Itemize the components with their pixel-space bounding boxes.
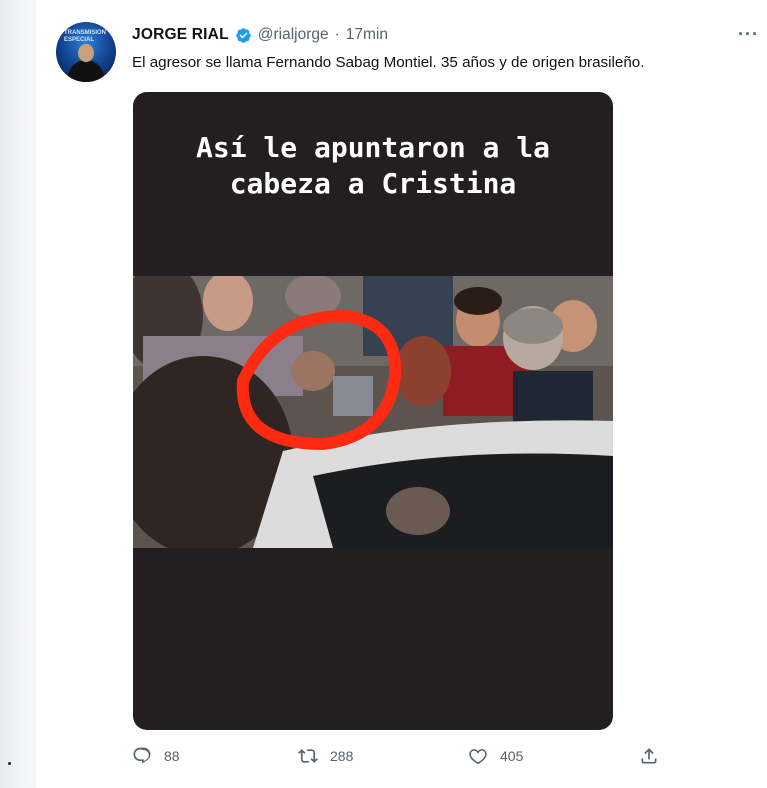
verified-badge-icon [235,27,251,43]
media-photo [133,276,613,548]
like-action[interactable]: 405 [468,746,523,766]
share-action[interactable] [639,746,659,766]
retweet-count: 288 [330,748,354,764]
avatar-body [68,60,104,82]
edge-dot [8,762,11,765]
avatar-banner-text: TRANSMISION ESPECIAL [64,30,106,43]
left-column-edge [0,0,37,788]
tweet-text: El agresor se llama Fernando Sabag Monti… [132,54,645,71]
timestamp[interactable]: 17min [346,26,388,44]
retweet-action[interactable]: 288 [298,746,353,766]
tweet-actions: 88 288 405 [132,746,692,776]
avatar[interactable]: TRANSMISION ESPECIAL [56,22,116,82]
tweet-media[interactable]: Así le apuntaron a la cabeza a Cristina [133,92,613,730]
reply-action[interactable]: 88 [132,746,180,766]
heart-icon [469,749,487,765]
more-options-icon[interactable]: ··· [738,24,759,45]
tweet-header: JORGE RIAL @rialjorge · 17min [132,26,388,44]
retweet-icon [298,749,318,763]
reply-count: 88 [164,748,180,764]
author-name[interactable]: JORGE RIAL [132,26,229,44]
share-icon [641,748,657,764]
separator-dot: · [334,26,340,43]
like-count: 405 [500,748,524,764]
media-caption: Así le apuntaron a la cabeza a Cristina [195,131,550,200]
tweet-card[interactable]: TRANSMISION ESPECIAL JORGE RIAL @rialjor… [36,0,767,788]
reply-icon [133,747,151,764]
avatar-head [78,44,94,62]
author-handle[interactable]: @rialjorge [258,26,329,44]
